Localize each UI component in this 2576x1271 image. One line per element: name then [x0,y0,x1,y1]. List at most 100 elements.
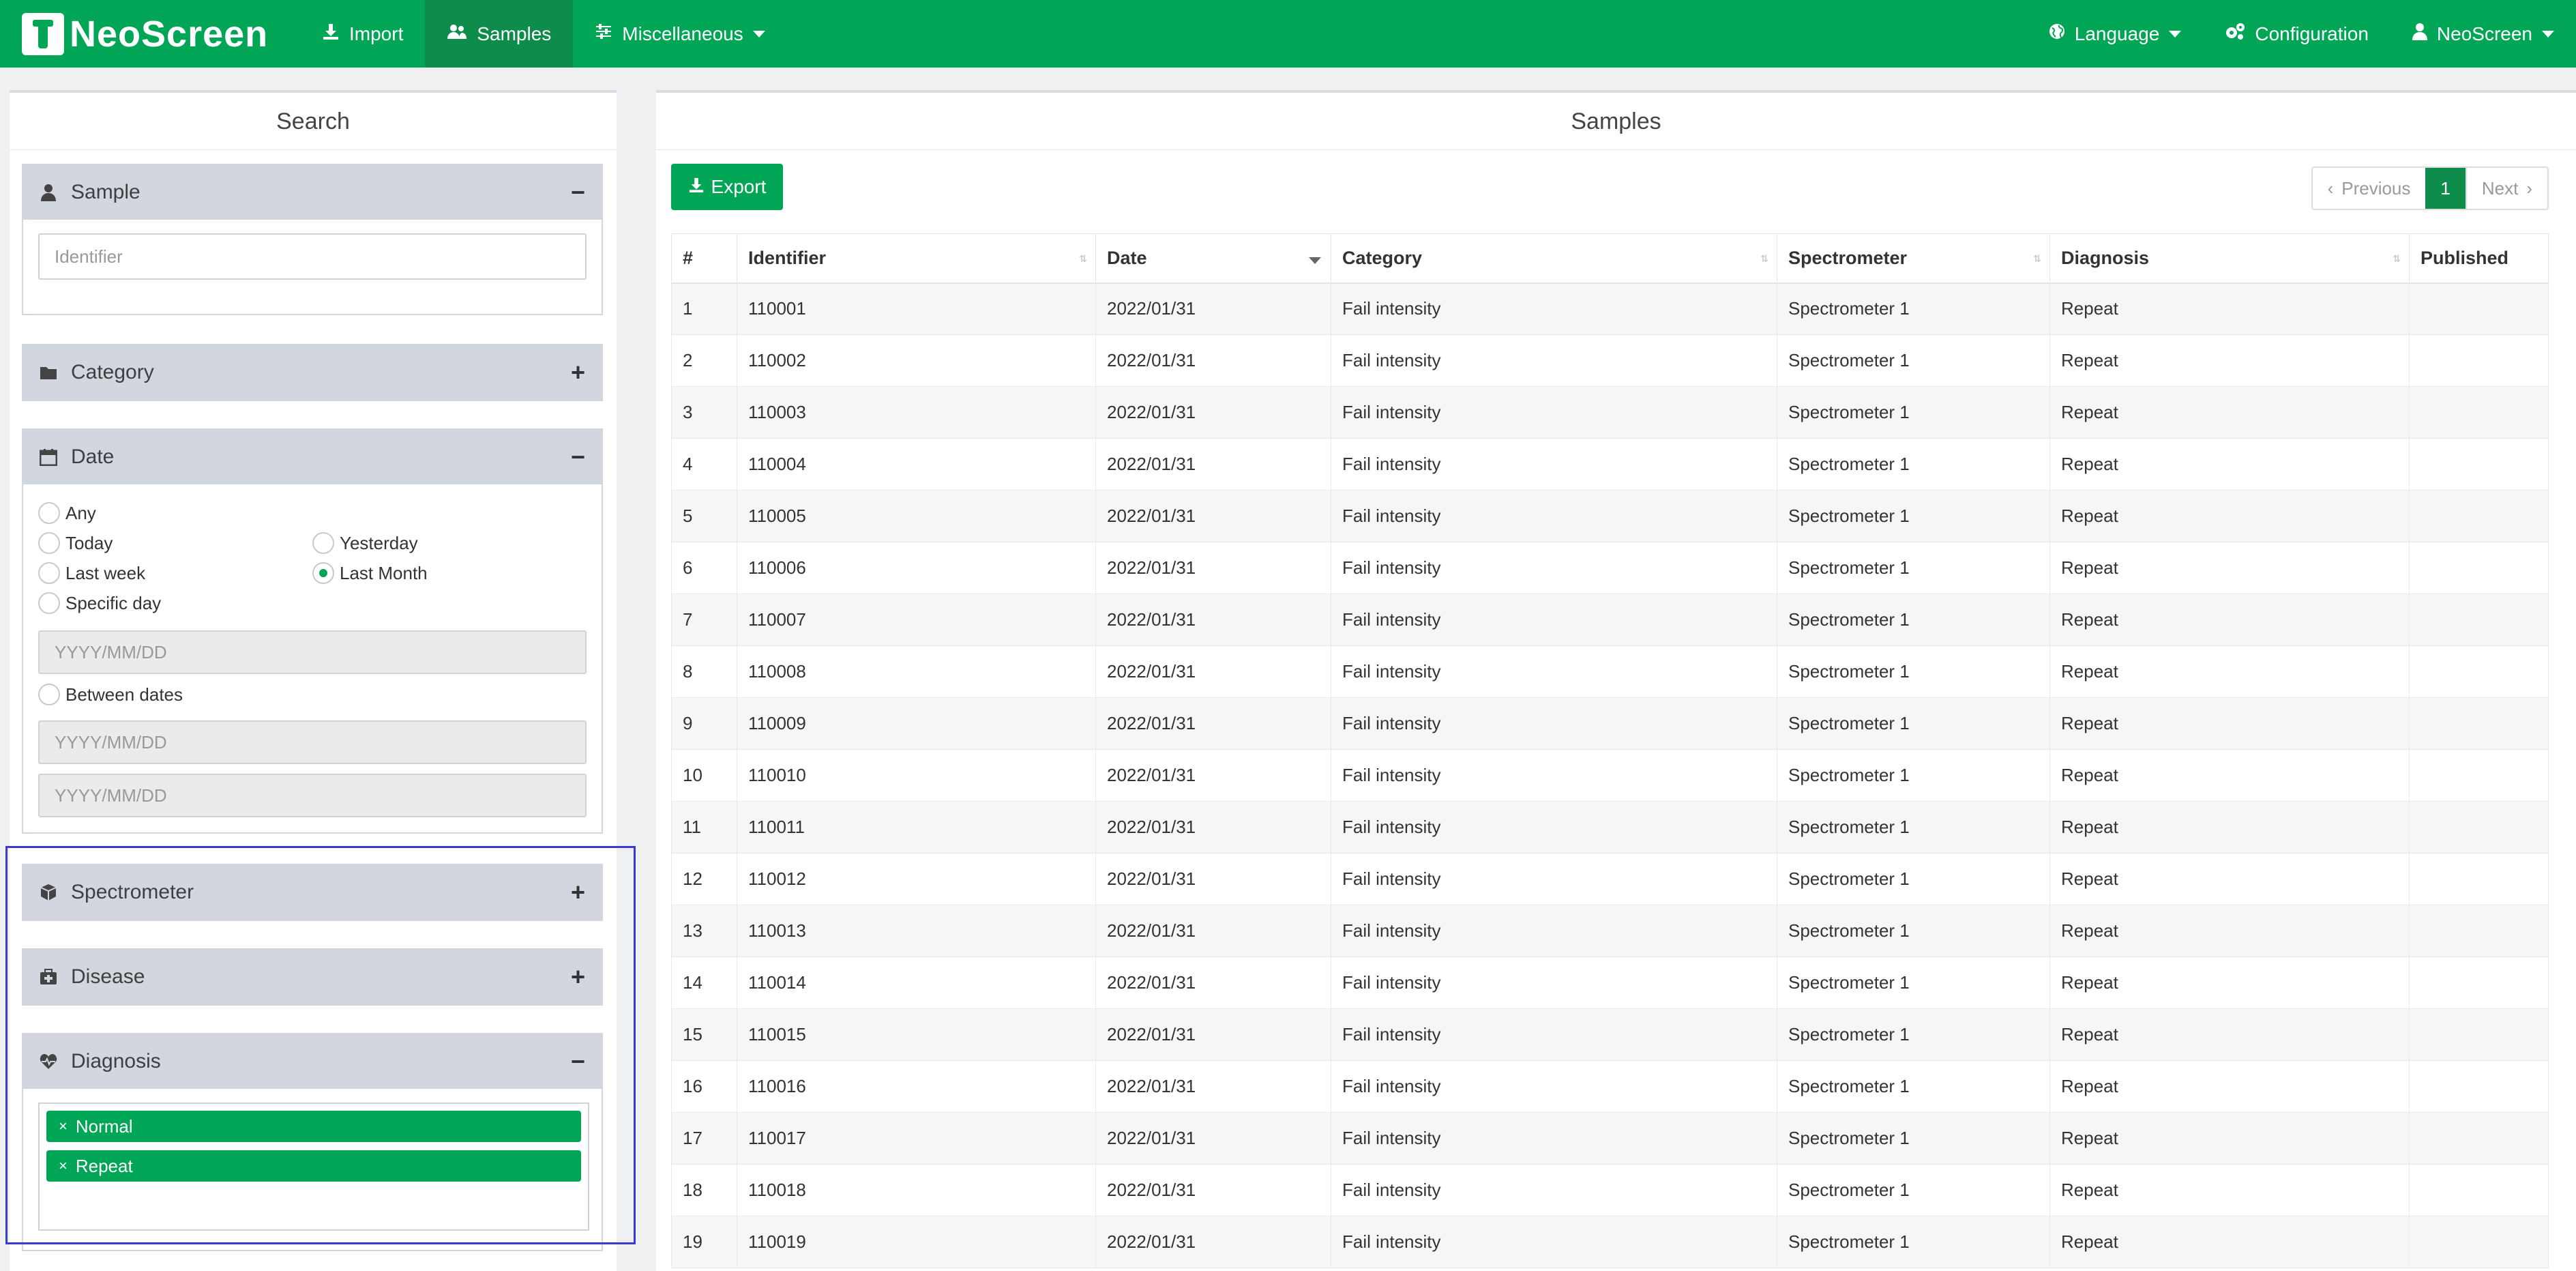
table-row[interactable]: 8 110008 2022/01/31 Fail intensity Spectrome… [671,645,2549,698]
nav-language-label: Language [2074,23,2160,44]
table-cell: Repeat [2049,801,2410,853]
radio-yesterday[interactable]: Yesterday [312,532,418,554]
next-page-button[interactable]: Next › [2465,168,2547,209]
previous-page-button[interactable]: ‹ Previous [2313,168,2426,209]
column-header-number[interactable]: # [671,233,737,284]
table-row[interactable]: 13 110013 2022/01/31 Fail intensity Spectrom… [671,905,2549,957]
table-cell: Spectrometer 1 [1777,1216,2050,1268]
table-cell: Fail intensity [1331,334,1777,387]
radio-button[interactable] [38,502,60,524]
radio-last-week[interactable]: Last week [38,562,145,584]
calendar-icon [40,449,57,466]
table-cell: 2022/01/31 [1095,853,1331,905]
filter-disease-header[interactable]: Disease + [23,950,602,1004]
table-row[interactable]: 5 110005 2022/01/31 Fail intensity Spectrome… [671,490,2549,542]
column-header-published[interactable]: Published [2409,233,2549,284]
diagnosis-tag-input[interactable]: × Normal × Repeat [38,1102,589,1231]
column-header-spectrometer[interactable]: Spectrometer ⇅ [1777,233,2050,284]
filter-date-header[interactable]: Date − [23,430,602,484]
radio-button[interactable] [38,684,60,705]
remove-tag-icon[interactable]: × [59,1117,68,1135]
brand[interactable]: NeoScreen [0,0,300,68]
table-row[interactable]: 6 110006 2022/01/31 Fail intensity Spectrome… [671,542,2549,594]
table-cell [2409,490,2549,542]
user-icon [2412,23,2427,45]
radio-button[interactable] [38,532,60,554]
table-cell: 11 [671,801,737,853]
radio-specific-day[interactable]: Specific day [38,592,161,614]
radio-button[interactable] [312,532,334,554]
table-cell: Repeat [2049,282,2410,335]
table-row[interactable]: 14 110014 2022/01/31 Fail intensity Spectrom… [671,956,2549,1009]
table-cell: Fail intensity [1331,853,1777,905]
export-button[interactable]: Export [671,164,783,210]
chevron-right-icon: › [2526,177,2532,199]
filter-spectrometer-header[interactable]: Spectrometer + [23,865,602,920]
table-row[interactable]: 2 110002 2022/01/31 Fail intensity Spectrome… [671,334,2549,387]
table-row[interactable]: 15 110015 2022/01/31 Fail intensity Spectrom… [671,1008,2549,1061]
table-row[interactable]: 16 110016 2022/01/31 Fail intensity Spectrom… [671,1060,2549,1113]
table-cell: 2022/01/31 [1095,282,1331,335]
folder-icon [40,367,57,379]
table-cell: Spectrometer 1 [1777,542,2050,594]
nav-samples[interactable]: Samples [425,0,574,68]
table-cell: Repeat [2049,697,2410,750]
table-cell [2409,1060,2549,1113]
table-row[interactable]: 18 110018 2022/01/31 Fail intensity Spectrom… [671,1164,2549,1216]
radio-last-month[interactable]: Last Month [312,562,428,584]
table-cell: 2022/01/31 [1095,1060,1331,1113]
column-header-category[interactable]: Category ⇅ [1331,233,1777,284]
expand-icon[interactable]: + [571,358,585,387]
table-cell: Fail intensity [1331,1216,1777,1268]
nav-user-menu[interactable]: NeoScreen [2390,0,2576,68]
table-row[interactable]: 12 110012 2022/01/31 Fail intensity Spectrom… [671,853,2549,905]
radio-button-checked[interactable] [312,562,334,584]
radio-button[interactable] [38,562,60,584]
date-to-input[interactable]: YYYY/MM/DD [38,774,587,817]
column-header-diagnosis[interactable]: Diagnosis ⇅ [2049,233,2410,284]
nav-configuration[interactable]: Configuration [2203,0,2390,68]
table-cell: Fail intensity [1331,1112,1777,1165]
nav-miscellaneous[interactable]: Miscellaneous [573,0,786,68]
expand-icon[interactable]: + [571,963,585,991]
table-cell [2409,438,2549,491]
collapse-icon[interactable]: − [571,178,585,207]
column-header-date[interactable]: Date [1095,233,1331,284]
table-cell: Spectrometer 1 [1777,801,2050,853]
specific-day-input[interactable]: YYYY/MM/DD [38,630,587,674]
table-row[interactable]: 3 110003 2022/01/31 Fail intensity Spectrome… [671,386,2549,439]
table-row[interactable]: 11 110011 2022/01/31 Fail intensity Spectrom… [671,801,2549,853]
table-cell: 12 [671,853,737,905]
table-cell: Spectrometer 1 [1777,905,2050,957]
table-cell: 110014 [737,956,1096,1009]
identifier-input[interactable]: Identifier [38,233,587,280]
table-cell: Repeat [2049,1164,2410,1216]
table-row[interactable]: 4 110004 2022/01/31 Fail intensity Spectrome… [671,438,2549,491]
nav-language[interactable]: Language [2027,0,2204,68]
table-cell: 2022/01/31 [1095,801,1331,853]
collapse-icon[interactable]: − [571,1047,585,1076]
table-cell: 4 [671,438,737,491]
table-cell: Fail intensity [1331,645,1777,698]
table-row[interactable]: 1 110001 2022/01/31 Fail intensity Spectrome… [671,282,2549,335]
filter-category-header[interactable]: Category + [23,345,602,400]
radio-today[interactable]: Today [38,532,113,554]
filter-diagnosis-header[interactable]: Diagnosis − [23,1034,602,1089]
radio-any[interactable]: Any [38,502,96,524]
filter-sample-header[interactable]: Sample − [23,165,602,220]
column-header-identifier[interactable]: Identifier ⇅ [737,233,1096,284]
table-cell: Repeat [2049,1216,2410,1268]
table-row[interactable]: 7 110007 2022/01/31 Fail intensity Spectrome… [671,594,2549,646]
radio-button[interactable] [38,592,60,614]
page-1-button[interactable]: 1 [2425,168,2466,209]
collapse-icon[interactable]: − [571,443,585,471]
table-row[interactable]: 9 110009 2022/01/31 Fail intensity Spectrome… [671,697,2549,750]
table-row[interactable]: 10 110010 2022/01/31 Fail intensity Spectrom… [671,749,2549,802]
table-row[interactable]: 19 110019 2022/01/31 Fail intensity Spectrom… [671,1216,2549,1268]
nav-import[interactable]: Import [300,0,425,68]
remove-tag-icon[interactable]: × [59,1157,68,1175]
table-row[interactable]: 17 110017 2022/01/31 Fail intensity Spectrom… [671,1112,2549,1165]
date-from-input[interactable]: YYYY/MM/DD [38,720,587,764]
radio-between-dates[interactable]: Between dates [38,684,183,705]
expand-icon[interactable]: + [571,878,585,907]
